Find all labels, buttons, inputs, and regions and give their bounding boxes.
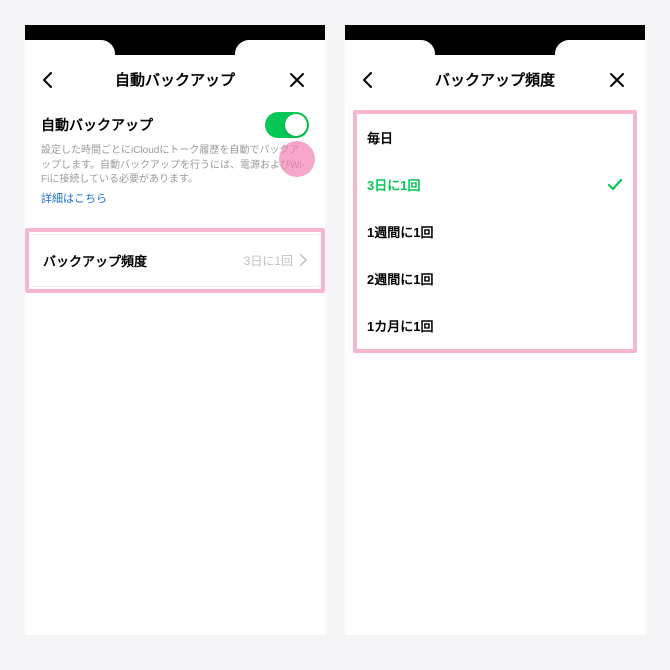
- header: バックアップ頻度: [345, 55, 645, 104]
- chevron-left-icon: [41, 71, 55, 89]
- frequency-option-label: 1カ月に1回: [367, 316, 433, 335]
- close-button[interactable]: [289, 72, 309, 88]
- status-bar: [25, 25, 325, 55]
- frequency-options-highlight: 毎日 3日に1回 1週間に1回 2週間に1回 1カ月に1回: [353, 110, 637, 353]
- frequency-option[interactable]: 毎日: [357, 114, 633, 161]
- page-title: バックアップ頻度: [381, 69, 609, 90]
- frequency-options-list: 毎日 3日に1回 1週間に1回 2週間に1回 1カ月に1回: [357, 114, 633, 349]
- phone-backup-frequency: バックアップ頻度 毎日 3日に1回 1週間に1回 2週間に1回 1カ月に1回: [345, 25, 645, 635]
- status-bar: [345, 25, 645, 55]
- frequency-highlight: バックアップ頻度 3日に1回: [25, 228, 325, 293]
- check-icon: [607, 178, 623, 192]
- close-button[interactable]: [609, 72, 629, 88]
- close-icon: [609, 72, 625, 88]
- phone-auto-backup: 自動バックアップ 自動バックアップ 設定した時間ごとにiCloudにトーク履歴を…: [25, 25, 325, 635]
- frequency-option[interactable]: 3日に1回: [357, 161, 633, 208]
- header: 自動バックアップ: [25, 55, 325, 104]
- details-link[interactable]: 詳細はこちら: [41, 190, 309, 206]
- frequency-option[interactable]: 1週間に1回: [357, 208, 633, 255]
- frequency-option-label: 3日に1回: [367, 175, 420, 194]
- close-icon: [289, 72, 305, 88]
- auto-backup-section: 自動バックアップ 設定した時間ごとにiCloudにトーク履歴を自動でバックアップ…: [25, 104, 325, 206]
- auto-backup-label: 自動バックアップ: [41, 115, 153, 135]
- frequency-option-label: 2週間に1回: [367, 269, 433, 288]
- auto-backup-toggle-row: 自動バックアップ: [41, 104, 309, 138]
- frequency-option-label: 1週間に1回: [367, 222, 433, 241]
- back-button[interactable]: [361, 71, 381, 89]
- chevron-right-icon: [299, 254, 307, 266]
- frequency-option[interactable]: 1カ月に1回: [357, 302, 633, 349]
- backup-frequency-row[interactable]: バックアップ頻度 3日に1回: [31, 234, 319, 287]
- page-title: 自動バックアップ: [61, 69, 289, 90]
- backup-frequency-value-text: 3日に1回: [244, 252, 293, 269]
- auto-backup-description: 設定した時間ごとにiCloudにトーク履歴を自動でバックアップします。自動バック…: [41, 144, 309, 188]
- frequency-option-label: 毎日: [367, 128, 393, 147]
- auto-backup-toggle[interactable]: [265, 112, 309, 138]
- backup-frequency-label: バックアップ頻度: [43, 251, 147, 270]
- backup-frequency-value: 3日に1回: [244, 252, 307, 269]
- chevron-left-icon: [361, 71, 375, 89]
- back-button[interactable]: [41, 71, 61, 89]
- frequency-option[interactable]: 2週間に1回: [357, 255, 633, 302]
